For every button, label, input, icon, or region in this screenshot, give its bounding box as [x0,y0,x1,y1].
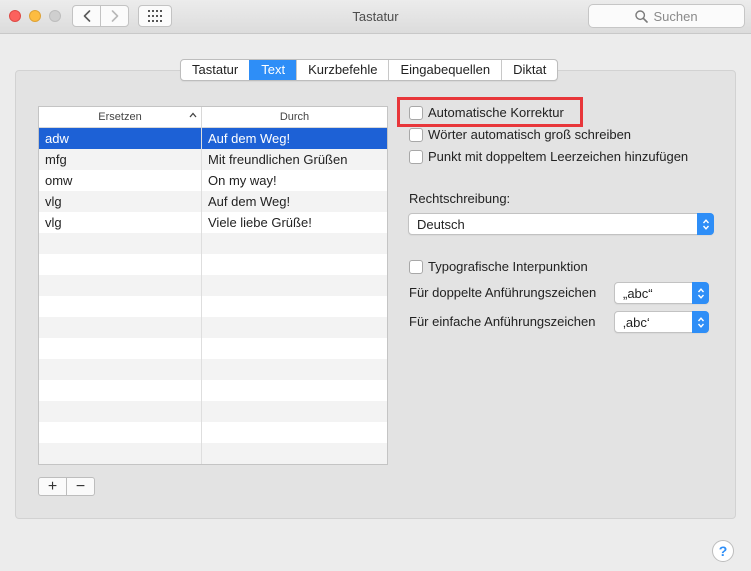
double-space-period-checkbox[interactable]: Punkt mit doppeltem Leerzeichen hinzufüg… [409,149,688,164]
empty-row [39,338,387,359]
table-row[interactable]: vlg Auf dem Weg! [39,191,387,212]
column-header-replace[interactable]: Ersetzen [39,107,202,127]
up-down-arrows-icon [697,287,704,299]
spelling-select[interactable]: Deutsch [408,213,714,235]
empty-row [39,401,387,422]
cell-with: Mit freundlichen Grüßen [208,152,348,167]
select-stepper [692,282,709,304]
empty-row [39,380,387,401]
table-row[interactable]: vlg Viele liebe Grüße! [39,212,387,233]
tab-kurzbefehle[interactable]: Kurzbefehle [296,60,388,80]
search-icon [635,9,649,23]
checkbox-box[interactable] [409,149,423,164]
auto-capitalize-label: Wörter automatisch groß schreiben [428,127,632,142]
cell-with: Auf dem Weg! [208,131,291,146]
checkbox-box[interactable] [409,127,423,142]
up-down-arrows-icon [697,316,704,328]
column-header-with-label: Durch [279,111,310,123]
select-stepper [697,213,714,235]
empty-row [39,443,387,464]
cell-replace: vlg [45,215,62,230]
auto-correct-label: Automatische Korrektur [428,105,564,120]
select-stepper [692,311,709,333]
cell-with: Auf dem Weg! [208,194,291,209]
single-quotes-value: ‚abc‘ [623,314,650,330]
column-header-with[interactable]: Durch [202,107,387,127]
cell-replace: vlg [45,194,62,209]
single-quotes-select[interactable]: ‚abc‘ [614,311,709,333]
empty-row [39,359,387,380]
checkbox-box[interactable] [409,259,423,274]
cell-replace: mfg [45,152,67,167]
column-divider [201,128,202,464]
empty-row [39,275,387,296]
add-remove-control: + − [38,477,95,496]
tab-eingabequellen[interactable]: Eingabequellen [388,60,501,80]
table-row[interactable]: adw Auf dem Weg! [39,128,387,149]
spelling-label: Rechtschreibung: [409,191,511,206]
empty-row [39,254,387,275]
tab-diktat[interactable]: Diktat [501,60,557,80]
double-quotes-select[interactable]: „abc“ [614,282,709,304]
sort-ascending-icon [189,112,197,118]
table-row[interactable]: mfg Mit freundlichen Grüßen [39,149,387,170]
table-header: Ersetzen Durch [39,107,387,128]
cell-with: Viele liebe Grüße! [208,215,312,230]
auto-capitalize-checkbox[interactable]: Wörter automatisch groß schreiben [409,127,631,142]
column-header-replace-label: Ersetzen [98,111,142,123]
spelling-value: Deutsch [417,216,465,232]
empty-row [39,233,387,254]
auto-correct-checkbox[interactable]: Automatische Korrektur [409,105,564,120]
cell-replace: adw [45,131,69,146]
double-quotes-label: Für doppelte Anführungszeichen [409,285,597,300]
empty-row [39,317,387,338]
tab-bar: Tastatur Text Kurzbefehle Eingabequellen… [180,59,559,81]
double-quotes-value: „abc“ [623,285,653,301]
double-space-period-label: Punkt mit doppeltem Leerzeichen hinzufüg… [428,149,689,164]
search-placeholder: Suchen [653,8,698,24]
checkbox-box[interactable] [409,105,423,120]
empty-row [39,296,387,317]
text-replacement-table[interactable]: Ersetzen Durch adw Auf dem Weg! mfg Mit … [38,106,388,465]
up-down-arrows-icon [702,218,709,230]
smart-quotes-checkbox[interactable]: Typografische Interpunktion [409,259,588,274]
help-button[interactable]: ? [712,540,734,562]
search-field[interactable]: Suchen [588,4,745,28]
title-bar: Tastatur Suchen [0,0,751,34]
remove-replacement-button[interactable]: − [66,478,94,495]
table-row[interactable]: omw On my way! [39,170,387,191]
tab-tastatur[interactable]: Tastatur [181,60,249,80]
smart-quotes-label: Typografische Interpunktion [428,259,588,274]
cell-with: On my way! [208,173,277,188]
tab-text[interactable]: Text [249,60,297,80]
single-quotes-label: Für einfache Anführungszeichen [409,314,596,329]
cell-replace: omw [45,173,73,188]
empty-row [39,422,387,443]
add-replacement-button[interactable]: + [39,478,66,495]
